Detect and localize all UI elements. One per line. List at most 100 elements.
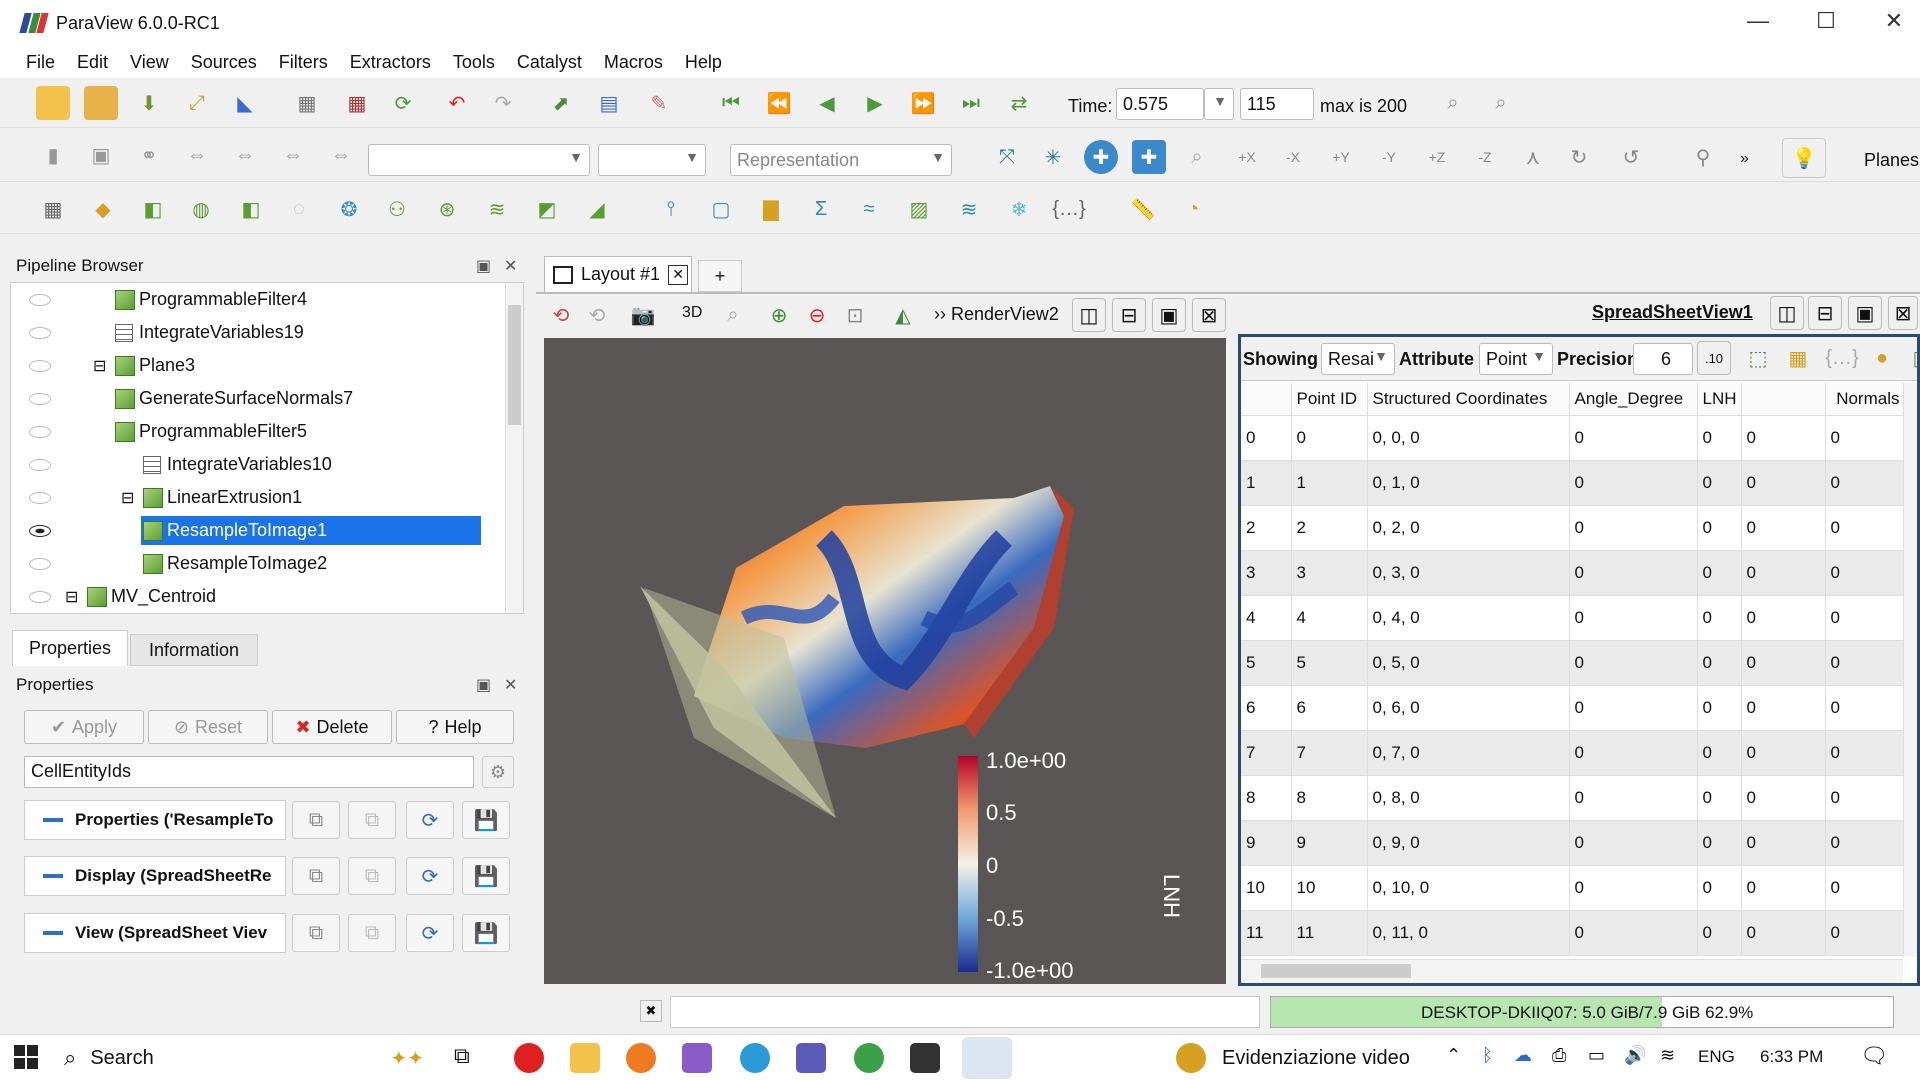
paraview-taskbar-icon[interactable] xyxy=(962,1037,1012,1079)
delete-button[interactable]: ✖ Delete xyxy=(272,710,392,744)
column-header[interactable]: Point ID xyxy=(1291,383,1368,416)
reset-camera-closest-icon[interactable]: ✳ xyxy=(1036,140,1070,174)
pipeline-item-content[interactable]: LinearExtrusion1 xyxy=(141,483,308,512)
table-row[interactable]: 11110, 11, 00000( xyxy=(1241,910,1905,956)
tab-layout-1[interactable]: Layout #1 ✕ xyxy=(544,256,692,292)
maximize-view-icon[interactable]: ▣ xyxy=(1152,298,1186,332)
first-frame-icon[interactable]: ⏮ xyxy=(714,86,748,120)
last-frame-icon[interactable]: ⏭ xyxy=(954,86,988,120)
render-view[interactable]: 1.0e+00 0.5 0 -0.5 -1.0e+00 LNH xyxy=(544,338,1226,984)
split-vertical-icon[interactable]: ⊟ xyxy=(1112,298,1146,332)
select-icon[interactable]: ⟲ xyxy=(580,298,614,332)
copy-icon[interactable]: ⧉ xyxy=(292,801,340,839)
tab-information[interactable]: Information xyxy=(130,634,258,666)
menu-view[interactable]: View xyxy=(130,52,169,73)
play-icon[interactable]: ▶ xyxy=(858,86,892,120)
table-row[interactable]: 550, 5, 00000( xyxy=(1241,640,1905,686)
fixed-representation-icon[interactable]: .10 xyxy=(1697,341,1731,375)
glyph-icon[interactable]: ❂ xyxy=(332,192,366,226)
screenshot-icon[interactable]: 📷 xyxy=(626,298,660,332)
pipeline-item[interactable]: IntegrateVariables10 xyxy=(11,448,511,481)
copy-icon[interactable]: ⧉ xyxy=(292,857,340,895)
sync-icon[interactable]: ⇔ xyxy=(324,138,358,172)
notification-icon[interactable] xyxy=(1176,1043,1206,1073)
reset-camera-icon[interactable]: ⤧ xyxy=(990,140,1024,174)
surface-icon[interactable]: ◢ xyxy=(580,192,614,226)
menu-help[interactable]: Help xyxy=(685,52,722,73)
action-center-icon[interactable]: 🗨 xyxy=(1860,1043,1888,1069)
photos-icon[interactable] xyxy=(910,1043,940,1073)
section-properties[interactable]: Properties ('ResampleTo xyxy=(24,800,286,840)
pipeline-item[interactable]: ResampleToImage1 xyxy=(11,514,511,547)
interactive-select-icon[interactable]: ◭ xyxy=(886,298,920,332)
snowflake-icon[interactable]: ❄ xyxy=(1002,192,1036,226)
macro-icon[interactable]: ▦ xyxy=(290,86,324,120)
reset-button[interactable]: ⊘ Reset xyxy=(148,710,268,744)
zoom-icon[interactable]: ⌕ xyxy=(716,298,750,332)
bluetooth-icon[interactable]: ᛒ xyxy=(1482,1045,1493,1066)
menu-catalyst[interactable]: Catalyst xyxy=(517,52,582,73)
pipeline-item-content[interactable]: GenerateSurfaceNormals7 xyxy=(113,384,359,413)
representation-select[interactable]: Representation ▼ xyxy=(730,144,952,176)
precision-spinbox[interactable]: 6 xyxy=(1633,343,1693,375)
help-button[interactable]: ? Help xyxy=(396,710,514,744)
printer-icon[interactable]: ⎙ xyxy=(1552,1045,1566,1066)
cylinder-icon[interactable]: ▮ xyxy=(36,138,70,172)
column-header[interactable]: Normals xyxy=(1825,383,1905,416)
pipeline-item-content[interactable]: ResampleToImage1 xyxy=(141,516,481,545)
menu-extractors[interactable]: Extractors xyxy=(350,52,431,73)
disconnect-icon[interactable]: ◣ xyxy=(228,86,262,120)
isometric-view-icon[interactable]: ⋏ xyxy=(1516,140,1550,174)
cell-connectivity-icon[interactable]: {…} xyxy=(1825,341,1859,375)
split-horizontal-icon[interactable]: ◫ xyxy=(1072,298,1106,332)
hidden-eye-icon[interactable] xyxy=(29,359,51,372)
view-minus-z-icon[interactable]: -Z xyxy=(1468,140,1502,174)
hidden-eye-icon[interactable] xyxy=(29,293,51,306)
menu-sources[interactable]: Sources xyxy=(191,52,257,73)
windows-start-icon[interactable] xyxy=(14,1045,38,1069)
table-row[interactable]: 10100, 10, 00000( xyxy=(1241,865,1905,911)
restore-defaults-icon[interactable]: ⟳ xyxy=(406,914,454,952)
variable-select[interactable]: ▼ xyxy=(368,144,590,176)
swap-icon[interactable]: ⇔ xyxy=(276,138,310,172)
palette-icon[interactable]: ✎ xyxy=(642,86,676,120)
pick-center-icon[interactable]: ✚ xyxy=(1132,140,1166,174)
menu-file[interactable]: File xyxy=(26,52,55,73)
paste-icon[interactable]: ⧉ xyxy=(348,857,396,895)
collapse-icon[interactable]: ⊟ xyxy=(65,587,78,607)
float-panel-icon[interactable]: ▣ xyxy=(476,256,491,276)
close-view-icon[interactable]: ⊠ xyxy=(1192,298,1226,332)
ruler-icon[interactable]: 📏 xyxy=(1126,192,1160,226)
toggle-columns-icon[interactable]: ▦ xyxy=(1781,341,1815,375)
reset-session-icon[interactable]: ⟳ xyxy=(386,86,420,120)
spreadsheet-vertical-scrollbar[interactable] xyxy=(1903,383,1917,957)
menu-tools[interactable]: Tools xyxy=(453,52,495,73)
view-plus-y-icon[interactable]: +Y xyxy=(1324,140,1358,174)
teams-icon[interactable] xyxy=(796,1043,826,1073)
column-header[interactable] xyxy=(1741,383,1826,416)
add-tab-button[interactable]: + xyxy=(698,260,742,292)
field-data-icon[interactable]: ● xyxy=(1865,341,1899,375)
group-datasets-icon[interactable]: ≋ xyxy=(480,192,514,226)
plot-over-line-icon[interactable]: ⫯ xyxy=(654,192,688,226)
maximize-view-icon[interactable]: ▣ xyxy=(1848,296,1882,330)
hidden-eye-icon[interactable] xyxy=(29,557,51,570)
time-input[interactable]: 0.575 xyxy=(1116,88,1204,120)
camera-icon[interactable]: ⬈ xyxy=(544,86,578,120)
table-row[interactable]: 000, 0, 00000( xyxy=(1241,415,1905,461)
connect-icon[interactable]: ⤢ xyxy=(180,86,214,120)
pipeline-item[interactable]: ⊟ LinearExtrusion1 xyxy=(11,481,511,514)
stream-tracer-icon[interactable]: ⚇ xyxy=(380,192,414,226)
protractor-icon[interactable]: ◔ xyxy=(1176,192,1210,226)
capture-screenshot-icon[interactable]: ⌕ xyxy=(1484,86,1518,120)
apply-button[interactable]: ✔ Apply xyxy=(24,710,144,744)
zoom-to-data-icon[interactable]: ⌕ xyxy=(1436,86,1470,120)
column-header[interactable]: Structured Coordinates xyxy=(1367,383,1570,416)
pipeline-item[interactable]: ⊟ MV_Centroid xyxy=(11,580,511,613)
sum-icon[interactable]: Σ xyxy=(804,192,838,226)
table-row[interactable]: 330, 3, 00000( xyxy=(1241,550,1905,596)
layers-icon[interactable]: ▣ xyxy=(84,138,118,172)
lightbulb-icon[interactable]: 💡 xyxy=(1782,138,1826,178)
onedrive-icon[interactable]: ☁ xyxy=(1514,1045,1532,1066)
loop-icon[interactable]: ⇄ xyxy=(1002,86,1036,120)
